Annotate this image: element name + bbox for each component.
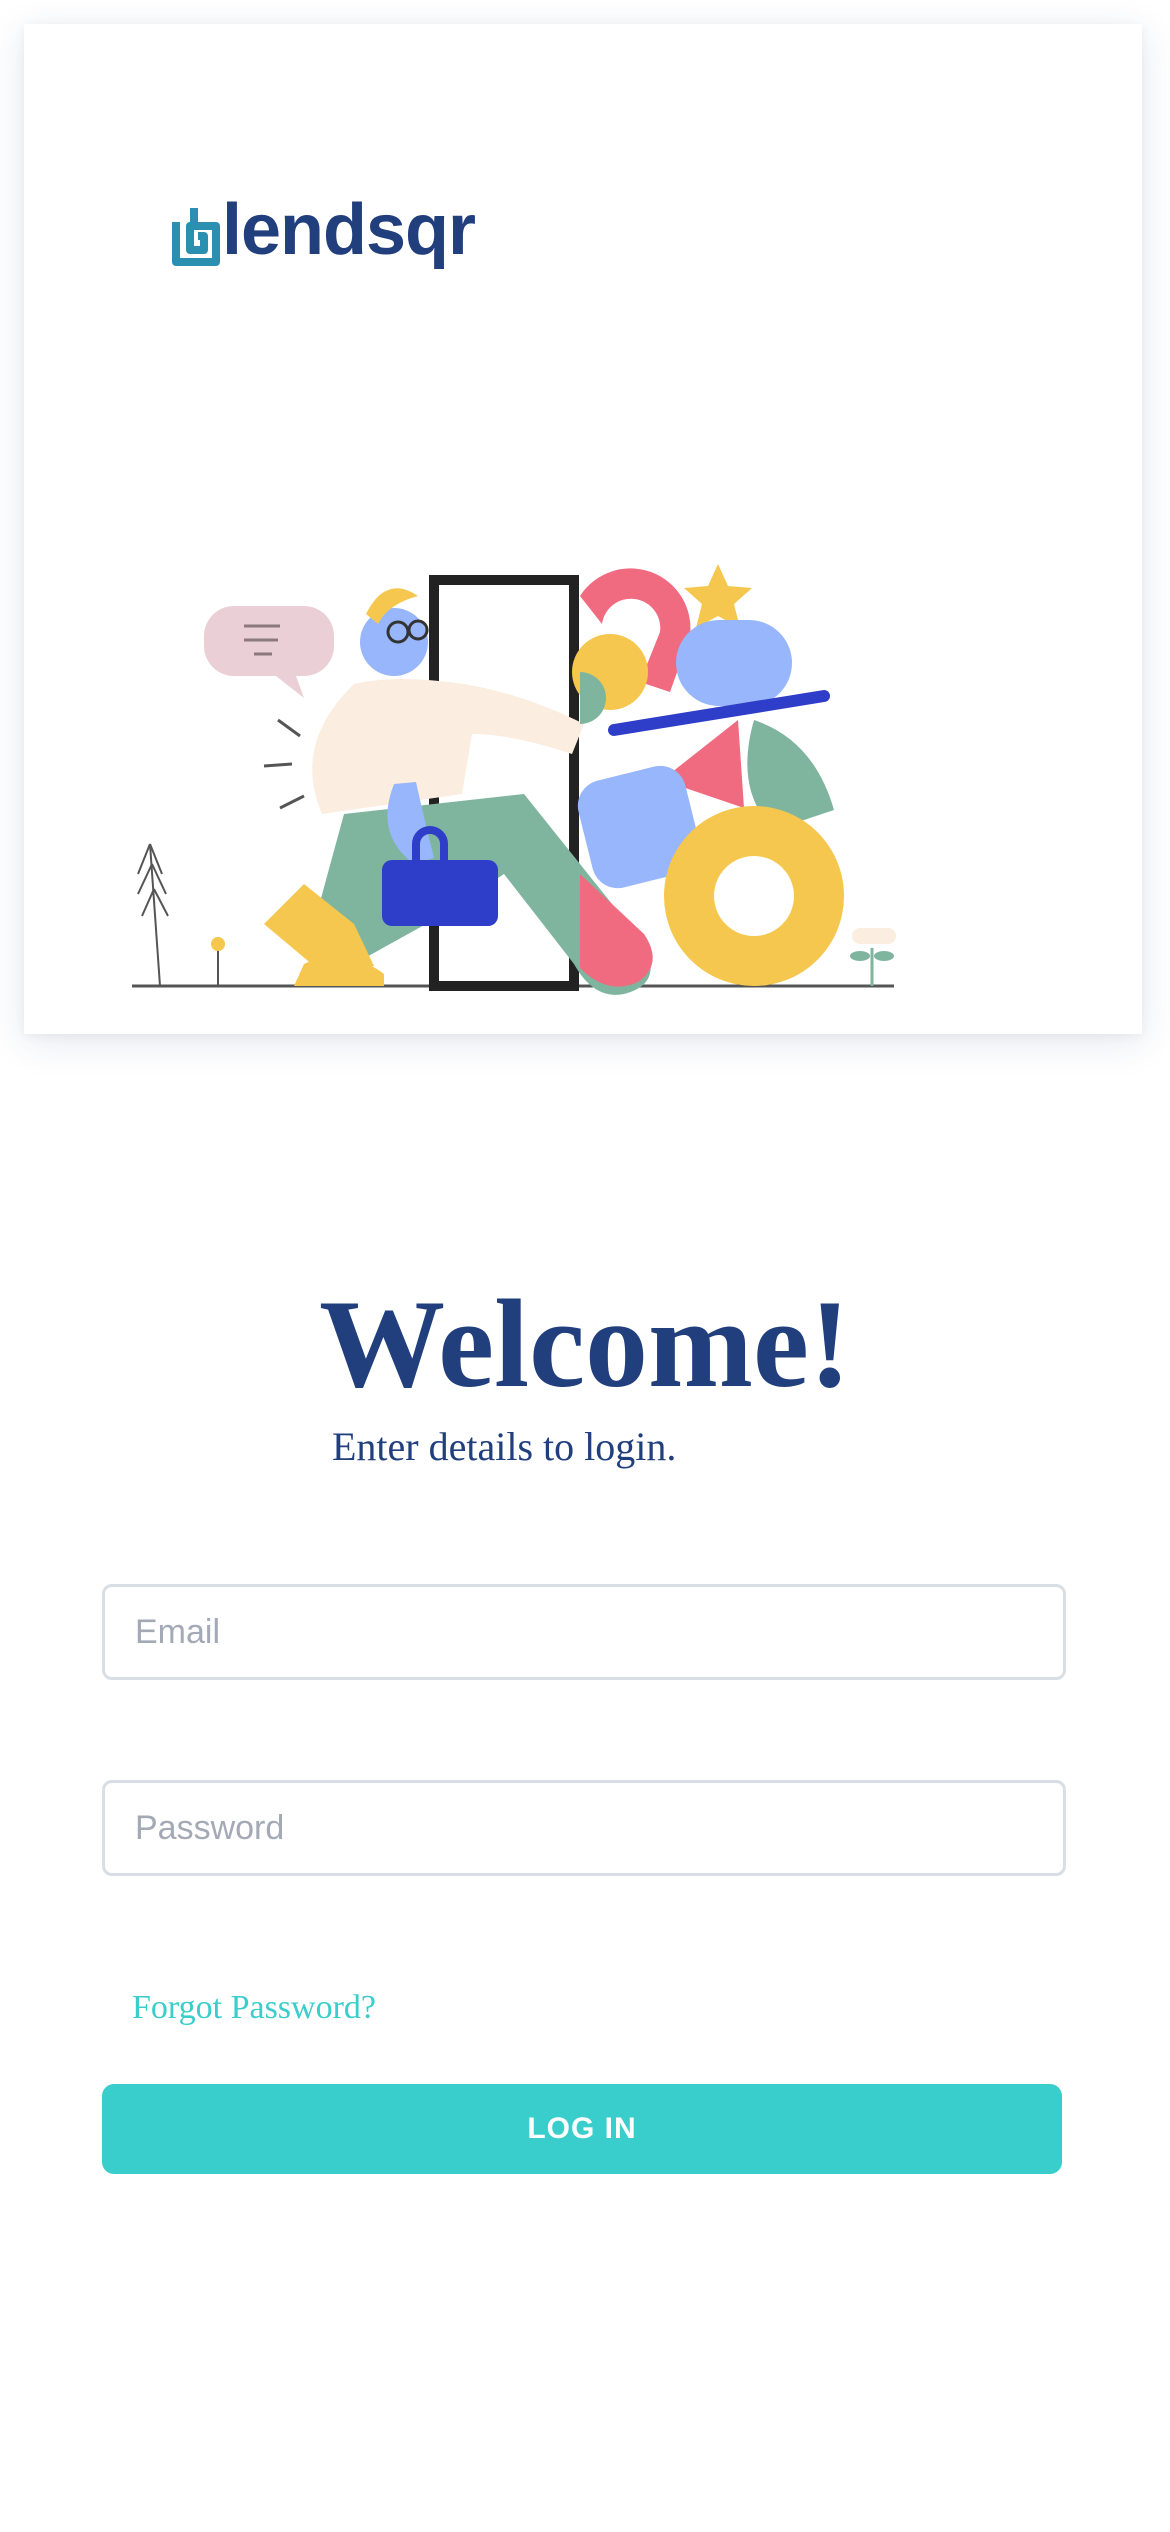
email-field[interactable] [102, 1584, 1066, 1680]
logo: lendsqr [172, 190, 476, 270]
password-field[interactable] [102, 1780, 1066, 1876]
forgot-password-link[interactable]: Forgot Password? [132, 1986, 376, 2030]
email-input[interactable] [105, 1587, 1063, 1677]
password-input[interactable] [105, 1783, 1063, 1873]
lendsqr-logo-icon [172, 208, 220, 266]
login-button[interactable]: LOG IN [102, 2084, 1062, 2174]
logo-wordmark: lendsqr [222, 190, 476, 270]
hero-card: lendsqr [24, 24, 1142, 1034]
person-walking-through-door-illustration [132, 564, 896, 995]
login-subtitle: Enter details to login. [332, 1424, 677, 1469]
welcome-title: Welcome! [319, 1275, 851, 1414]
